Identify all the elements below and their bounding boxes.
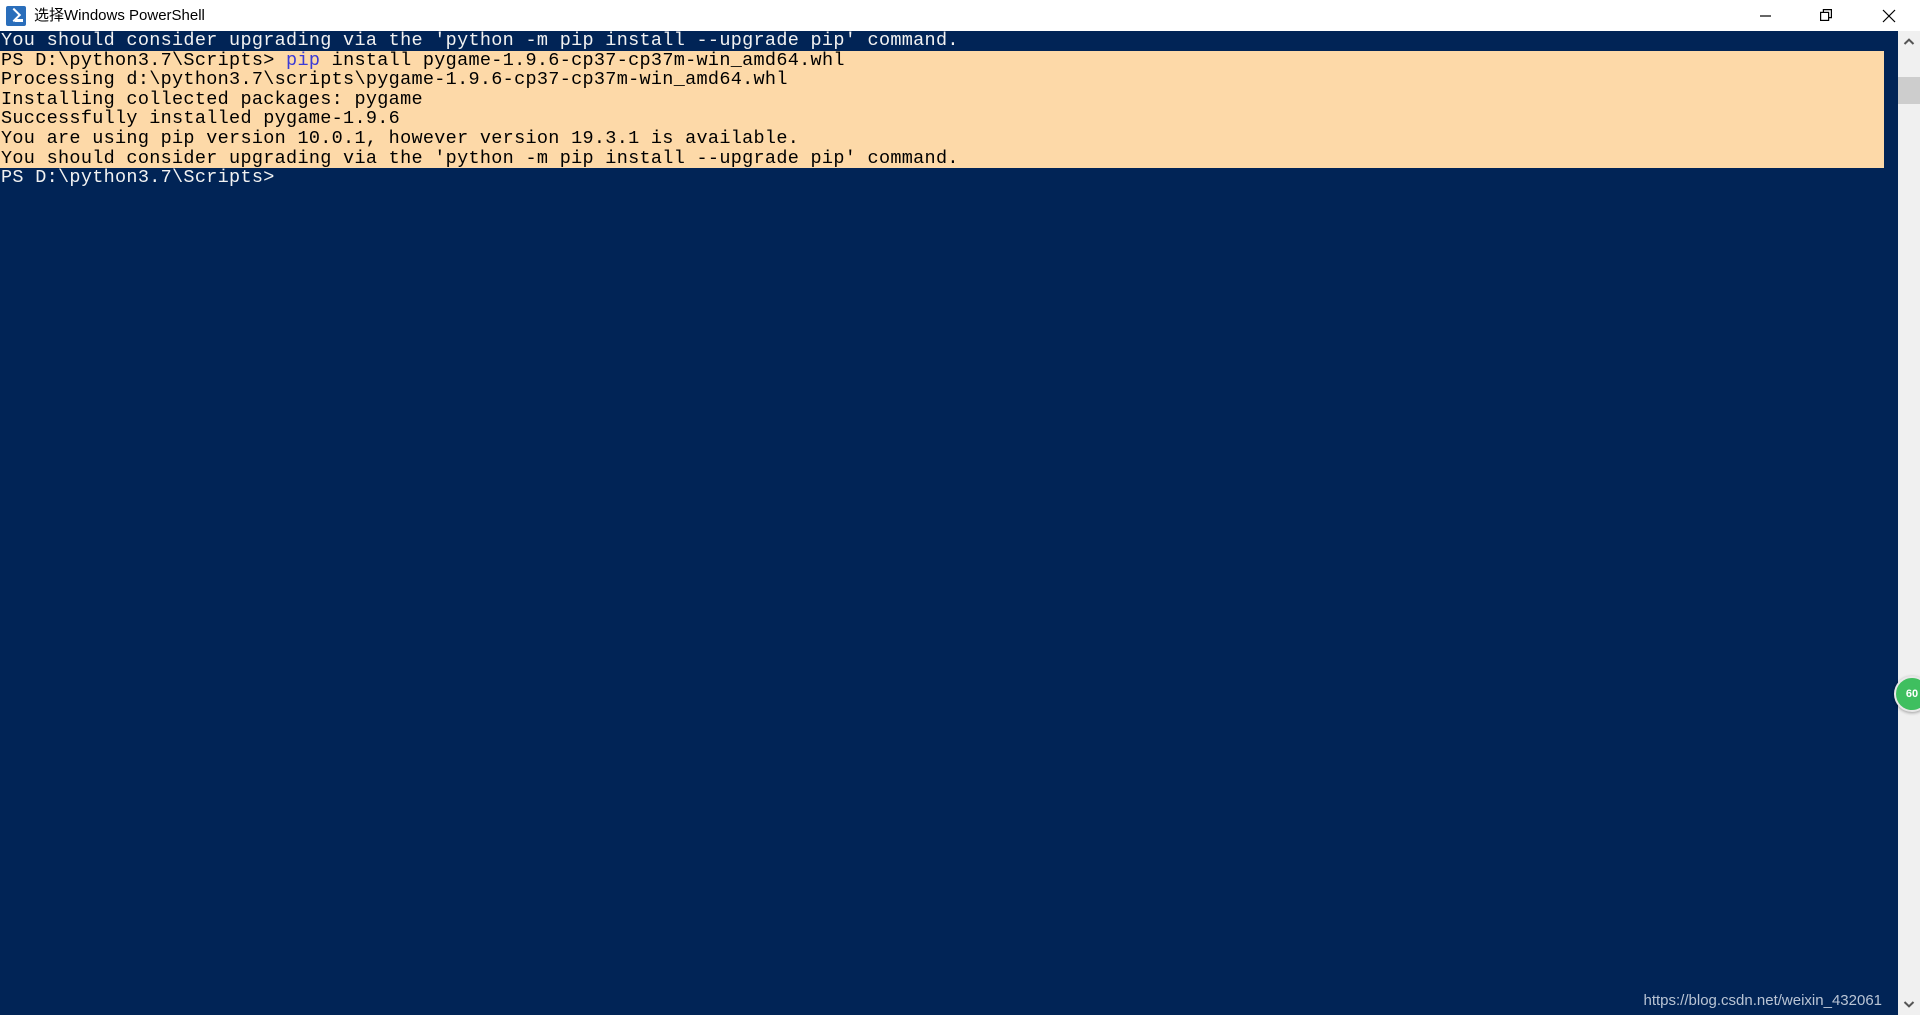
powershell-icon-bar — [15, 19, 23, 22]
console-token-command: pip — [286, 49, 321, 71]
console-line: You should consider upgrading via the 'p… — [0, 147, 1884, 169]
console-line: You should consider upgrading via the 'p… — [0, 31, 1898, 51]
console-lines: You should consider upgrading via the 'p… — [0, 31, 1898, 188]
console-token-text: Successfully installed pygame-1.9.6 — [1, 108, 401, 130]
scroll-down-button[interactable] — [1898, 993, 1920, 1015]
window-controls — [1734, 0, 1920, 31]
console-output-area[interactable]: You should consider upgrading via the 'p… — [0, 31, 1898, 1015]
close-icon — [1882, 9, 1896, 22]
console-line: Processing d:\python3.7\scripts\pygame-1… — [0, 70, 1884, 90]
powershell-window: 选择Windows PowerShell You should consider… — [0, 0, 1920, 1015]
minimize-button[interactable] — [1734, 0, 1796, 31]
console-token-text: PS D:\python3.7\Scripts> — [1, 167, 275, 189]
vertical-scrollbar[interactable] — [1898, 31, 1920, 1015]
restore-icon — [1820, 8, 1832, 21]
chevron-up-icon — [1903, 38, 1915, 45]
restore-button[interactable] — [1796, 0, 1858, 31]
console-token-text: You are using pip version 10.0.1, howeve… — [1, 127, 800, 149]
powershell-icon — [6, 5, 26, 26]
watermark-url: https://blog.csdn.net/weixin_432061 — [1643, 992, 1883, 1009]
close-button[interactable] — [1858, 0, 1920, 31]
console-token-text: You should consider upgrading via the 'p… — [1, 147, 959, 169]
console-token-text: PS D:\python3.7\Scripts> — [1, 49, 287, 71]
console-line: You are using pip version 10.0.1, howeve… — [0, 129, 1884, 149]
minimize-icon — [1759, 15, 1771, 17]
scrollbar-thumb[interactable] — [1898, 77, 1920, 104]
window-title: 选择Windows PowerShell — [34, 7, 205, 24]
console-token-text: You should consider upgrading via the 'p… — [1, 31, 959, 51]
console-token-text: Processing d:\python3.7\scripts\pygame-1… — [1, 69, 788, 91]
console-token-text: Installing collected packages: pygame — [1, 88, 423, 110]
console-line: PS D:\python3.7\Scripts> pip install pyg… — [0, 49, 1884, 71]
title-bar[interactable]: 选择Windows PowerShell — [0, 0, 1920, 31]
title-bar-left: 选择Windows PowerShell — [0, 0, 1734, 31]
scroll-up-button[interactable] — [1898, 31, 1920, 53]
console-line: PS D:\python3.7\Scripts> — [0, 168, 1898, 188]
console-token-text: install pygame-1.9.6-cp37-cp37m-win_amd6… — [320, 49, 845, 71]
console-line: Successfully installed pygame-1.9.6 — [0, 109, 1884, 129]
chevron-down-icon — [1903, 1001, 1915, 1008]
console-line: Installing collected packages: pygame — [0, 88, 1884, 110]
